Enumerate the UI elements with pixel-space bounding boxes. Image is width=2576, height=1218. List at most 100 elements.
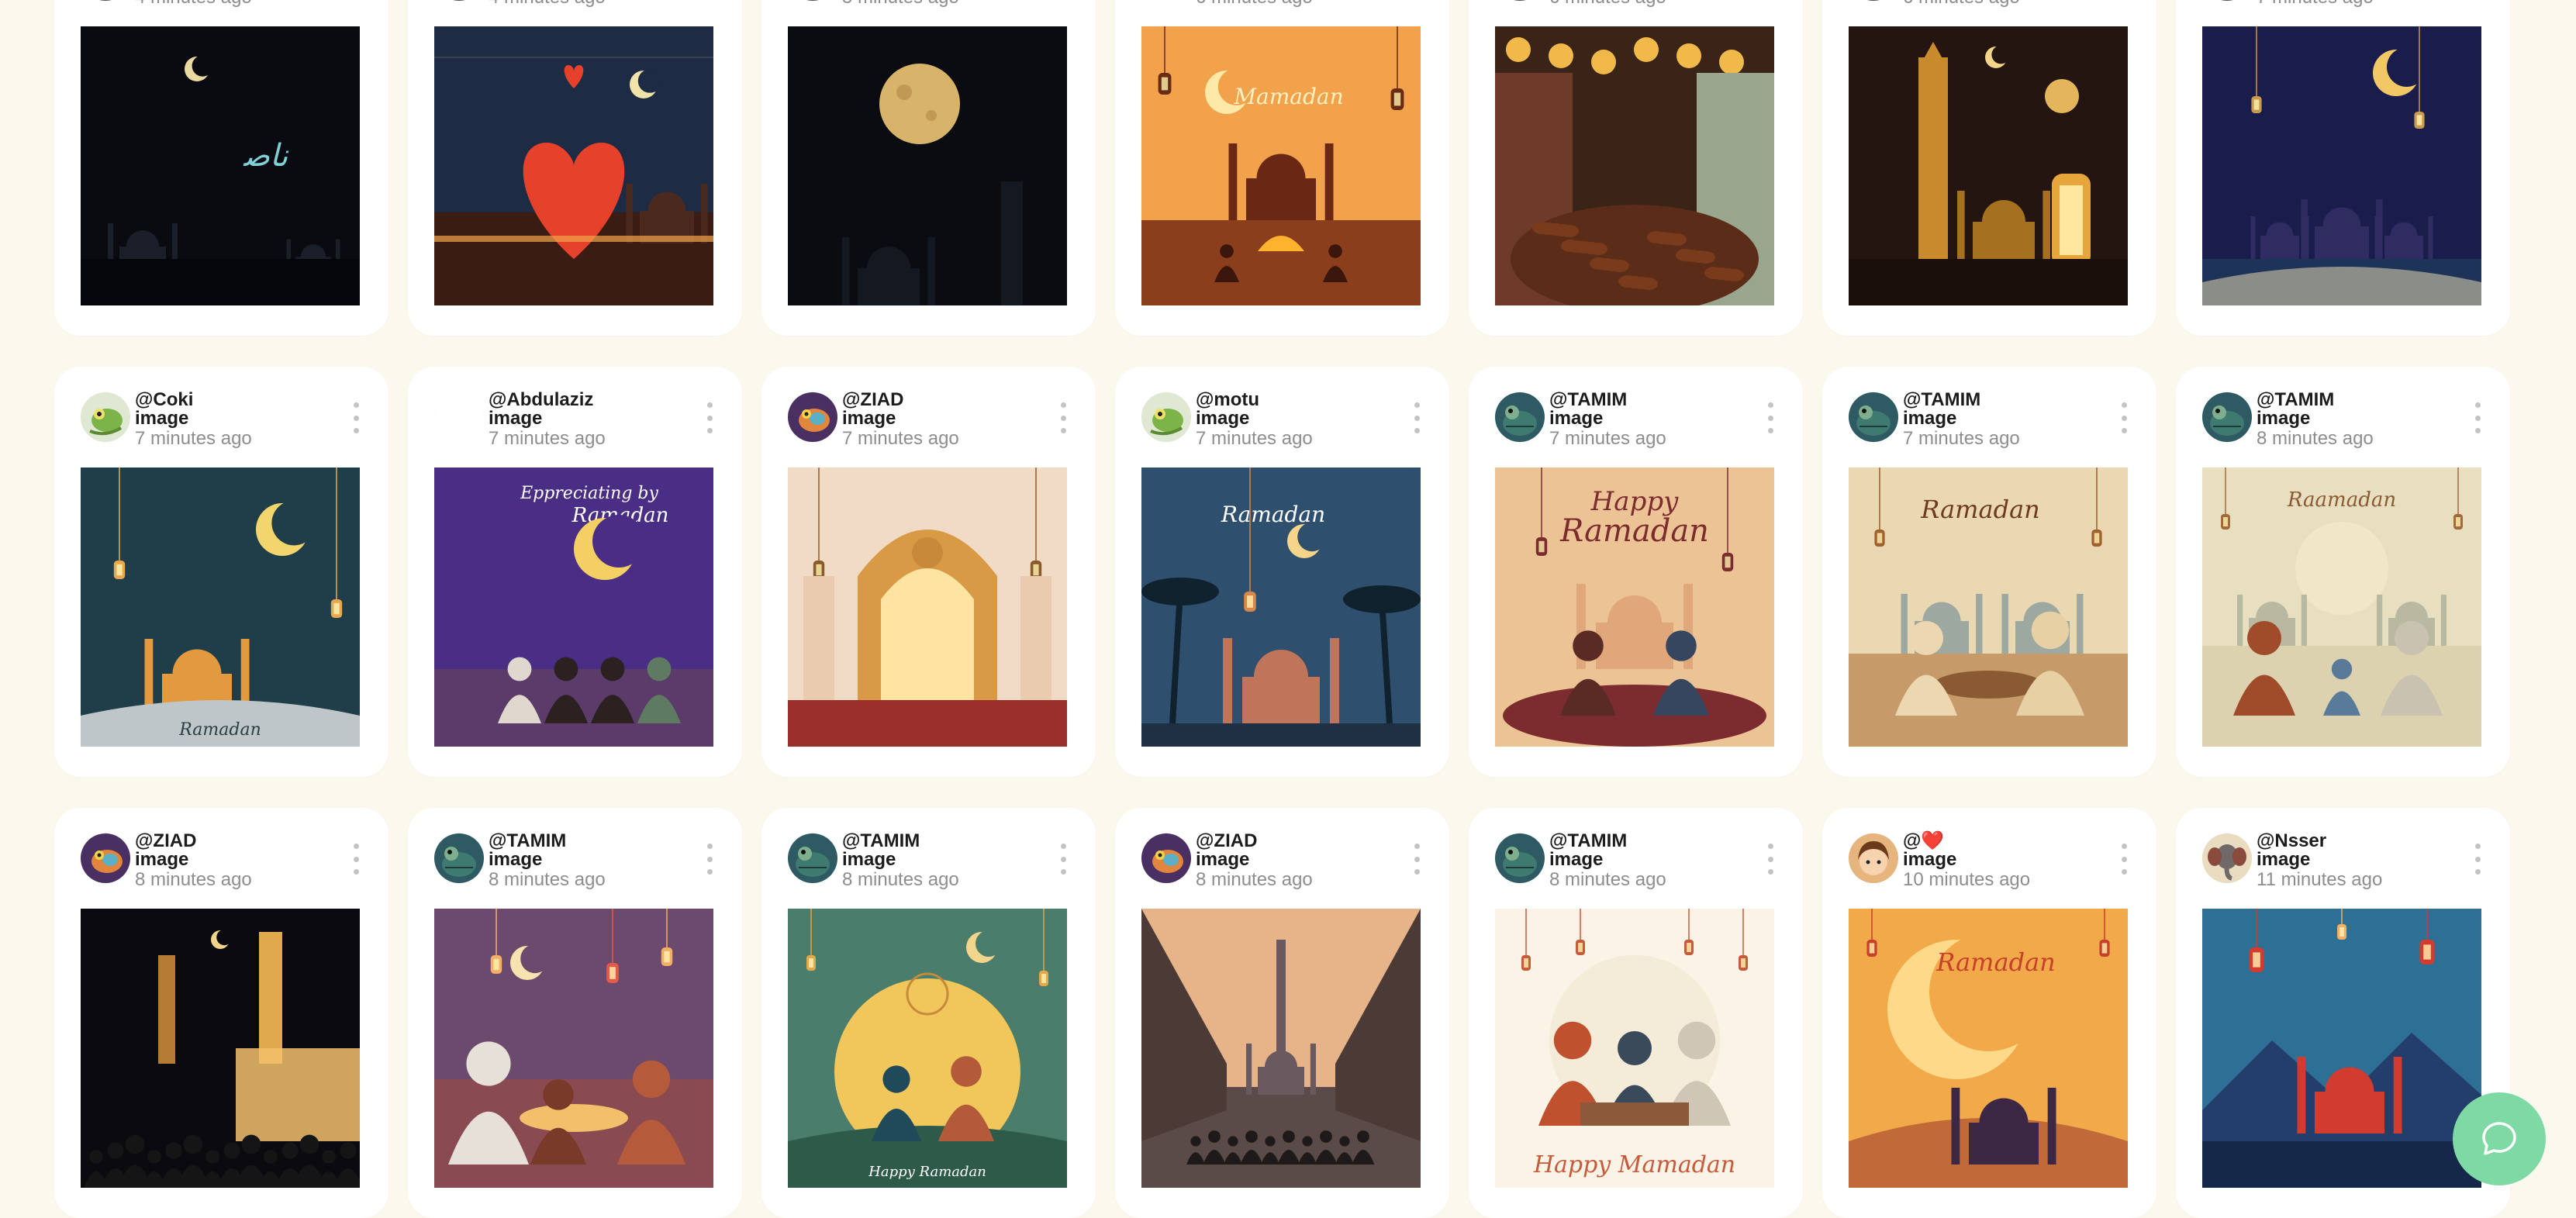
post-username[interactable]: @motu (1196, 390, 1259, 409)
post-username[interactable]: @TAMIM (842, 831, 920, 851)
avatar[interactable] (1495, 392, 1545, 442)
more-options-icon[interactable] (2115, 844, 2133, 875)
post-image[interactable] (434, 909, 713, 1188)
post-card[interactable]: @❤️ image 10 minutes ago Ramadan (1822, 808, 2156, 1218)
post-image[interactable] (1141, 909, 1421, 1188)
post-card[interactable]: @TAMIM image 8 minutes ago Happy Ramadan (761, 808, 1096, 1218)
post-header: @ZIAD image 7 minutes ago (788, 390, 1072, 452)
post-card[interactable]: @ZIAD image 7 minutes ago (761, 367, 1096, 777)
post-time: 8 minutes ago (135, 869, 252, 890)
post-image[interactable]: Happy Ramadan (1495, 468, 1774, 747)
avatar[interactable] (81, 0, 130, 1)
more-options-icon[interactable] (1407, 844, 1426, 875)
post-card[interactable]: @TAMIM image 7 minutes ago Happy Ramadan (1469, 367, 1803, 777)
avatar[interactable] (1141, 0, 1191, 1)
post-username[interactable]: @Coki (135, 390, 193, 409)
post-card[interactable]: @TAMIM image 8 minutes ago Raamadan (2176, 367, 2510, 777)
post-image[interactable]: Ramadan (1849, 468, 2128, 747)
colorful-chameleon-avatar-icon (1141, 833, 1191, 883)
post-card[interactable]: @motu image 7 minutes ago Ramadan (1115, 367, 1449, 777)
more-options-icon[interactable] (700, 844, 719, 875)
avatar[interactable] (788, 833, 837, 883)
post-image[interactable]: Ramadan (81, 468, 360, 747)
avatar[interactable] (434, 833, 484, 883)
more-options-icon[interactable] (2468, 402, 2487, 433)
post-username[interactable]: @TAMIM (489, 831, 566, 851)
post-image[interactable] (788, 26, 1067, 305)
post-username[interactable]: @Nsser (2257, 831, 2326, 851)
post-card[interactable]: @ZIAD image 8 minutes ago (1115, 808, 1449, 1218)
svg-text:Ramadan: Ramadan (178, 720, 261, 740)
more-options-icon[interactable] (700, 402, 719, 433)
avatar[interactable] (788, 392, 837, 442)
post-image[interactable] (81, 909, 360, 1188)
avatar[interactable] (788, 0, 837, 1)
avatar[interactable] (434, 392, 484, 442)
post-card[interactable]: 4 minutes ago ﻧﺎﺻ (54, 0, 388, 336)
post-username[interactable]: @TAMIM (2257, 390, 2334, 409)
more-options-icon[interactable] (1761, 844, 1780, 875)
post-image[interactable] (434, 26, 713, 305)
post-card[interactable]: 5 minutes ago (761, 0, 1096, 336)
post-card[interactable]: 6 minutes ago Mamadan (1115, 0, 1449, 336)
avatar[interactable] (81, 833, 130, 883)
more-options-icon[interactable] (1761, 402, 1780, 433)
more-options-icon[interactable] (2468, 844, 2487, 875)
post-card[interactable]: 6 minutes ago (1822, 0, 2156, 336)
avatar[interactable] (81, 392, 130, 442)
more-options-icon[interactable] (1407, 402, 1426, 433)
post-card[interactable]: 6 minutes ago (1469, 0, 1803, 336)
avatar[interactable] (1495, 0, 1545, 1)
post-image[interactable]: Raamadan (2202, 468, 2481, 747)
post-username[interactable]: @ZIAD (135, 831, 196, 851)
colorful-chameleon-avatar-icon (788, 392, 837, 442)
post-image[interactable] (2202, 26, 2481, 305)
post-card[interactable]: 7 minutes ago (2176, 0, 2510, 336)
avatar[interactable] (2202, 0, 2252, 1)
avatar[interactable] (1849, 392, 1898, 442)
post-username[interactable]: @❤️ (1903, 831, 1944, 851)
more-options-icon[interactable] (2115, 402, 2133, 433)
post-time: 4 minutes ago (489, 0, 606, 7)
post-username[interactable]: @TAMIM (1903, 390, 1980, 409)
post-image[interactable] (2202, 909, 2481, 1188)
post-username[interactable]: @ZIAD (842, 390, 903, 409)
post-card[interactable]: 4 minutes ago (408, 0, 742, 336)
post-image[interactable]: Happy Mamadan (1495, 909, 1774, 1188)
post-card[interactable]: @Abdulaziz image 7 minutes ago Eppreciat… (408, 367, 742, 777)
post-image[interactable]: Happy Ramadan (788, 909, 1067, 1188)
avatar[interactable] (1141, 833, 1191, 883)
more-options-icon[interactable] (1054, 844, 1072, 875)
post-card[interactable]: @TAMIM image 8 minutes ago Happy Mamadan (1469, 808, 1803, 1218)
post-username[interactable]: @Abdulaziz (489, 390, 593, 409)
chat-button[interactable] (2453, 1092, 2546, 1185)
avatar-placeholder (1141, 0, 1191, 1)
post-image[interactable] (1495, 26, 1774, 305)
post-username[interactable]: @ZIAD (1196, 831, 1257, 851)
post-image[interactable] (788, 468, 1067, 747)
more-options-icon[interactable] (347, 402, 365, 433)
post-card[interactable]: @TAMIM image 8 minutes ago (408, 808, 742, 1218)
post-header: 7 minutes ago (2202, 0, 2487, 11)
post-image[interactable]: Mamadan (1141, 26, 1421, 305)
post-image[interactable]: Eppreciating byRamadan (434, 468, 713, 747)
avatar[interactable] (1495, 833, 1545, 883)
avatar[interactable] (434, 0, 484, 1)
post-image[interactable]: Ramadan (1141, 468, 1421, 747)
post-image[interactable] (1849, 26, 2128, 305)
post-type: image (2257, 849, 2311, 870)
post-image[interactable]: ﻧﺎﺻ (81, 26, 360, 305)
avatar[interactable] (2202, 833, 2252, 883)
post-card[interactable]: @ZIAD image 8 minutes ago (54, 808, 388, 1218)
avatar[interactable] (2202, 392, 2252, 442)
post-username[interactable]: @TAMIM (1549, 831, 1627, 851)
avatar[interactable] (1141, 392, 1191, 442)
avatar[interactable] (1849, 833, 1898, 883)
post-card[interactable]: @TAMIM image 7 minutes ago Ramadan (1822, 367, 2156, 777)
avatar[interactable] (1849, 0, 1898, 1)
more-options-icon[interactable] (347, 844, 365, 875)
post-card[interactable]: @Coki image 7 minutes ago Ramadan (54, 367, 388, 777)
post-image[interactable]: Ramadan (1849, 909, 2128, 1188)
more-options-icon[interactable] (1054, 402, 1072, 433)
post-username[interactable]: @TAMIM (1549, 390, 1627, 409)
